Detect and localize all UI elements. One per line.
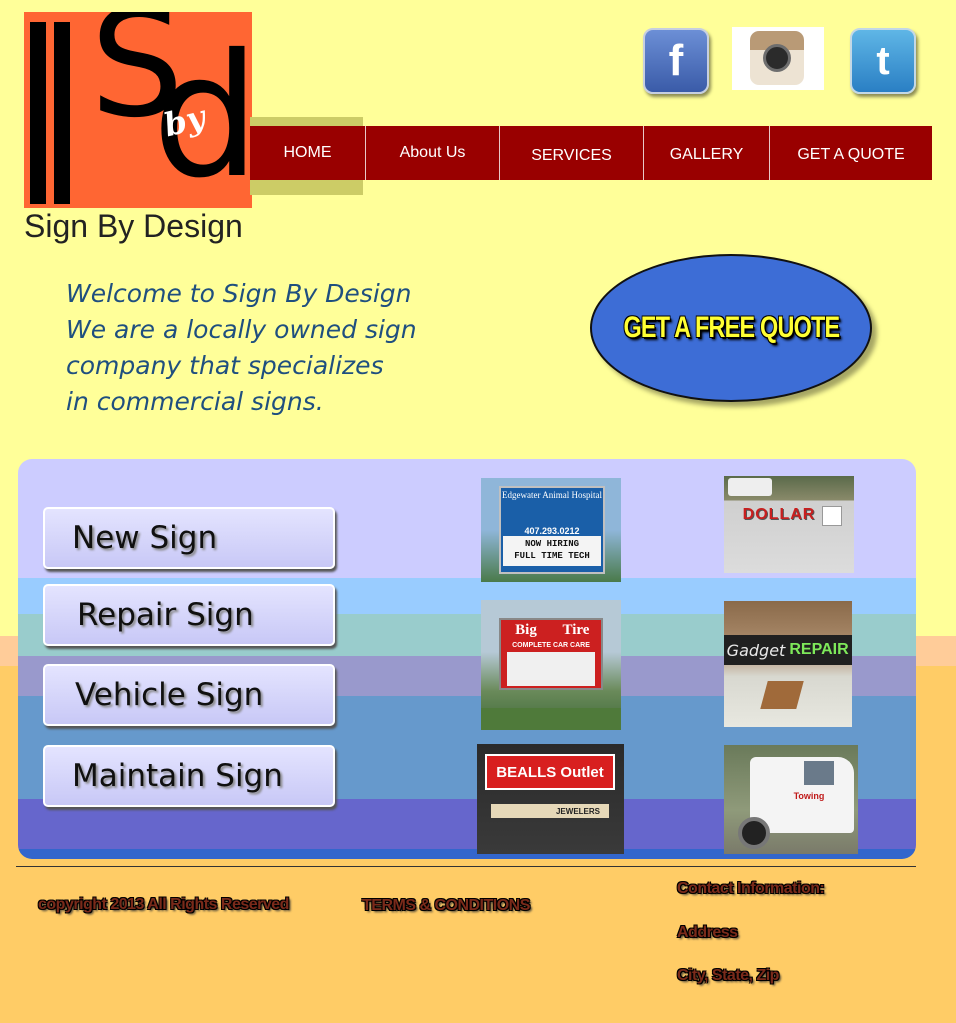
photo-text: Tire bbox=[562, 621, 590, 638]
logo-bar bbox=[54, 22, 70, 204]
gallery-photo[interactable]: Edgewater Animal Hospital 407.293.0212 N… bbox=[481, 478, 621, 582]
contact-city-state-zip: City, State, Zip bbox=[677, 967, 779, 984]
photo-text: Big bbox=[515, 621, 537, 638]
repair-sign-button[interactable]: Repair Sign bbox=[43, 584, 335, 646]
gallery-photo[interactable]: Towing bbox=[724, 745, 858, 854]
gallery-photo[interactable]: Big Tire COMPLETE CAR CARE bbox=[481, 600, 621, 730]
photo-truck-window bbox=[804, 761, 834, 785]
twitter-icon[interactable]: t bbox=[850, 28, 916, 94]
photo-text: BEALLS Outlet bbox=[496, 763, 604, 781]
camera-lens-icon bbox=[763, 44, 791, 72]
nav-item-about-us[interactable]: About Us bbox=[366, 126, 499, 180]
get-free-quote-label: GET A FREE QUOTE bbox=[623, 311, 840, 344]
facebook-icon[interactable]: f bbox=[643, 28, 709, 94]
photo-bushes bbox=[481, 708, 621, 730]
gallery-photo[interactable]: BEALLS Outlet JEWELERS bbox=[477, 744, 624, 854]
repair-sign-label: Repair Sign bbox=[77, 597, 254, 633]
main-nav: HOME About Us SERVICES GALLERY GET A QUO… bbox=[250, 126, 932, 180]
photo-text: JEWELERS bbox=[555, 806, 600, 816]
photo-marquee bbox=[507, 652, 595, 686]
photo-text: COMPLETE CAR CARE bbox=[512, 641, 590, 649]
vehicle-sign-button[interactable]: Vehicle Sign bbox=[43, 664, 335, 726]
maintain-sign-button[interactable]: Maintain Sign bbox=[43, 745, 335, 807]
photo-box bbox=[760, 681, 804, 709]
new-sign-label: New Sign bbox=[72, 520, 218, 556]
copyright-text: copyright 2013 All Rights Reserved bbox=[38, 896, 289, 913]
facebook-glyph: f bbox=[668, 36, 684, 85]
photo-text: Towing bbox=[793, 791, 825, 801]
nav-item-gallery[interactable]: GALLERY bbox=[644, 126, 769, 180]
nav-item-home[interactable]: HOME bbox=[250, 126, 365, 180]
welcome-line: company that specializes bbox=[66, 351, 384, 380]
twitter-glyph: t bbox=[876, 38, 890, 83]
logo[interactable]: S d by bbox=[24, 12, 252, 208]
gallery-photo[interactable]: Gadget REPAIR bbox=[724, 601, 852, 727]
vehicle-sign-label: Vehicle Sign bbox=[75, 677, 264, 713]
photo-text: REPAIR bbox=[789, 641, 849, 658]
welcome-line: We are a locally owned sign bbox=[66, 315, 417, 344]
logo-bar bbox=[30, 22, 46, 204]
welcome-line: Welcome to Sign By Design bbox=[66, 279, 412, 308]
new-sign-button[interactable]: New Sign bbox=[43, 507, 335, 569]
photo-text: FULL TIME TECH bbox=[514, 551, 590, 561]
maintain-sign-label: Maintain Sign bbox=[72, 758, 283, 794]
photo-box bbox=[822, 506, 842, 526]
photo-text: DOLLAR bbox=[742, 506, 816, 523]
get-free-quote-button[interactable]: GET A FREE QUOTE bbox=[590, 254, 872, 402]
photo-truck bbox=[728, 478, 772, 496]
photo-text: Gadget bbox=[726, 640, 786, 660]
nav-item-get-a-quote[interactable]: GET A QUOTE bbox=[770, 126, 932, 180]
nav-item-services[interactable]: SERVICES bbox=[500, 126, 643, 180]
terms-link[interactable]: TERMS & CONDITIONS bbox=[362, 897, 530, 915]
welcome-line: in commercial signs. bbox=[66, 387, 324, 416]
welcome-text: Welcome to Sign By Design We are a local… bbox=[66, 276, 446, 420]
photo-text: Edgewater Animal Hospital bbox=[502, 490, 602, 500]
photo-text: 407.293.0212 bbox=[524, 526, 580, 536]
footer-divider bbox=[16, 866, 916, 867]
gallery-photo[interactable]: DOLLAR bbox=[724, 476, 854, 573]
contact-title: Contact Information: bbox=[677, 880, 825, 897]
contact-address: Address bbox=[677, 924, 738, 941]
brand-name: Sign By Design bbox=[24, 208, 243, 244]
photo-truck-wheel bbox=[738, 817, 770, 849]
instagram-icon[interactable] bbox=[750, 31, 804, 85]
photo-text: NOW HIRING bbox=[524, 539, 579, 549]
